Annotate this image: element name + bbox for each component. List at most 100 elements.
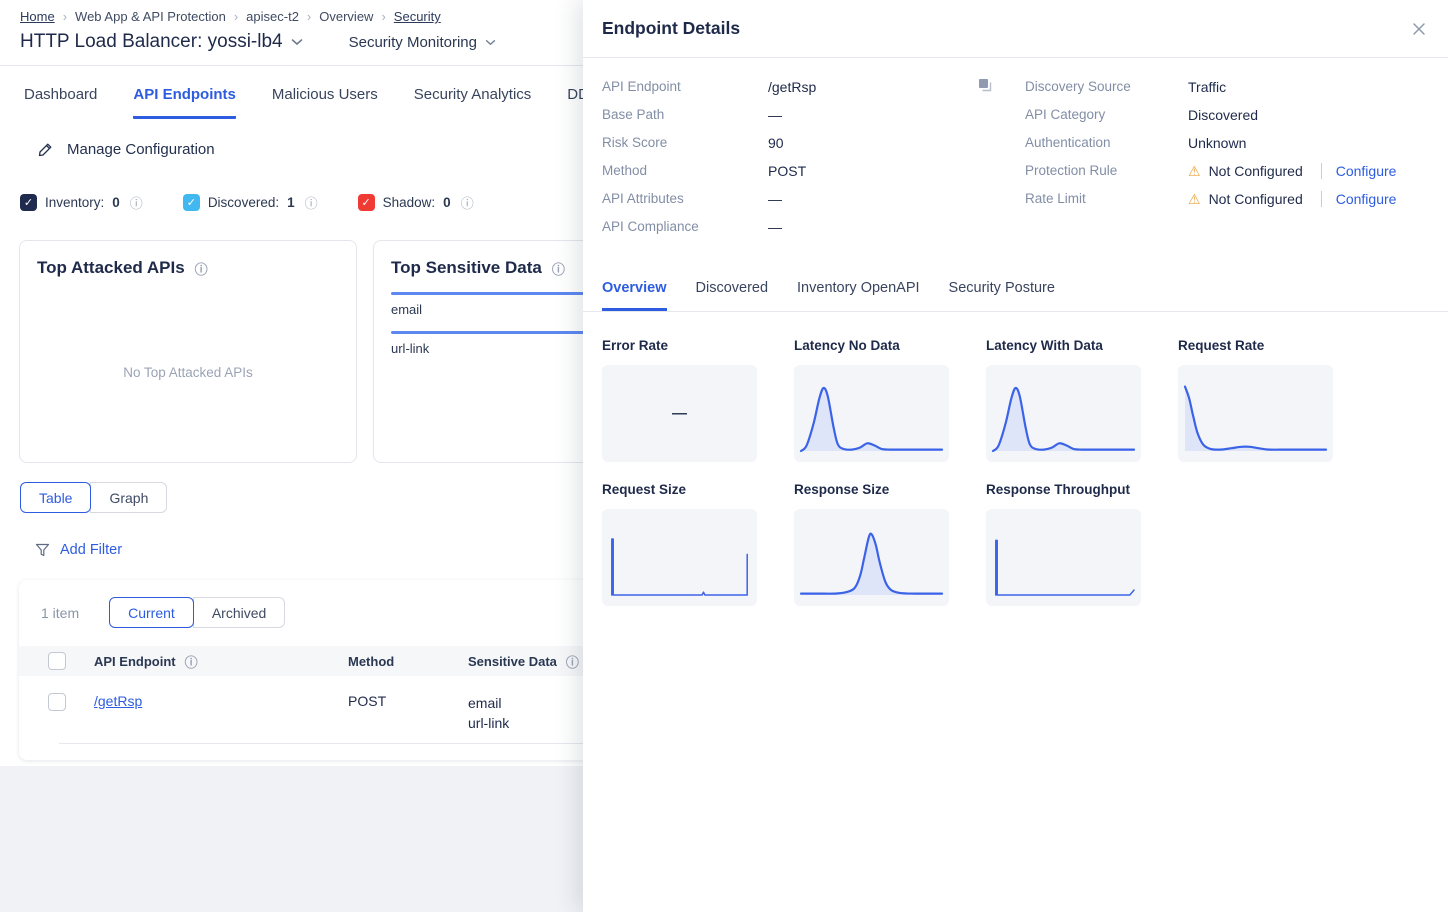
sparkline-chart: —	[602, 365, 757, 462]
archived-button[interactable]: Archived	[193, 597, 285, 628]
warning-icon: ⚠	[1188, 164, 1201, 178]
breadcrumb-waap[interactable]: Web App & API Protection	[75, 9, 226, 24]
tab-security-analytics[interactable]: Security Analytics	[414, 86, 532, 119]
shadow-checkbox[interactable]: ✓	[358, 194, 375, 211]
chart-response-size: Response Size	[794, 482, 986, 606]
detail-label: Rate Limit	[1025, 191, 1188, 206]
panel-header: Endpoint Details	[583, 0, 1448, 58]
divider	[1321, 163, 1322, 179]
configure-rate-limit-link[interactable]: Configure	[1336, 191, 1397, 207]
page-title: HTTP Load Balancer: yossi-lb4	[20, 31, 283, 53]
pencil-icon	[37, 141, 54, 158]
configure-protection-rule-link[interactable]: Configure	[1336, 163, 1397, 179]
filter-discovered-label: Discovered:	[208, 195, 279, 210]
info-icon[interactable]: ⓘ	[461, 193, 474, 212]
info-icon[interactable]: ⓘ	[130, 193, 143, 212]
detail-label: Protection Rule	[1025, 163, 1188, 178]
panel-tab-discovered[interactable]: Discovered	[696, 280, 769, 311]
current-button[interactable]: Current	[109, 597, 194, 628]
chart-request-size: Request Size	[602, 482, 794, 606]
breadcrumb-home[interactable]: Home	[20, 9, 55, 24]
info-icon[interactable]: ⓘ	[195, 259, 208, 278]
item-count: 1 item	[41, 605, 79, 621]
panel-tab-inventory-openapi[interactable]: Inventory OpenAPI	[797, 280, 920, 311]
chevron-down-icon[interactable]	[291, 38, 303, 46]
panel-tab-overview[interactable]: Overview	[602, 280, 667, 311]
detail-value-discovery-source: Traffic	[1188, 79, 1226, 95]
info-icon[interactable]: ⓘ	[552, 259, 565, 278]
breadcrumb-namespace[interactable]: apisec-t2	[246, 9, 299, 24]
sparkline-chart	[602, 509, 757, 606]
endpoint-details-panel: Endpoint Details API Endpoint /getRsp Ba…	[583, 0, 1448, 912]
panel-tab-security-posture[interactable]: Security Posture	[949, 280, 1055, 311]
chart-error-rate: Error Rate —	[602, 338, 794, 462]
info-icon[interactable]: ⓘ	[566, 652, 579, 671]
chart-latency-no-data: Latency No Data	[794, 338, 986, 462]
top-attacked-apis-card: Top Attacked APIs ⓘ No Top Attacked APIs	[19, 240, 357, 463]
no-data-dash: —	[672, 405, 687, 422]
sparkline-chart	[794, 509, 949, 606]
method-cell: POST	[348, 693, 386, 709]
detail-value-api-category: Discovered	[1188, 107, 1258, 123]
top-attacked-title: Top Attacked APIs	[37, 258, 185, 278]
info-icon[interactable]: ⓘ	[305, 193, 318, 212]
column-method[interactable]: Method	[348, 654, 394, 669]
filter-inventory-count: 0	[112, 195, 120, 210]
chart-request-rate: Request Rate	[1178, 338, 1370, 462]
filter-shadow-count: 0	[443, 195, 451, 210]
detail-label: Base Path	[602, 107, 768, 122]
metrics-charts: Error Rate — Latency No Data Latency Wit…	[583, 312, 1448, 606]
filter-shadow-label: Shadow:	[383, 195, 436, 210]
detail-label: API Compliance	[602, 219, 768, 234]
column-sensitive-data[interactable]: Sensitive Data	[468, 654, 557, 669]
column-api-endpoint[interactable]: API Endpoint	[94, 654, 176, 669]
add-filter-label: Add Filter	[60, 542, 122, 558]
copy-icon[interactable]	[977, 77, 993, 93]
select-all-checkbox[interactable]	[48, 652, 66, 670]
panel-tab-bar: Overview Discovered Inventory OpenAPI Se…	[583, 280, 1448, 312]
discovered-checkbox[interactable]: ✓	[183, 194, 200, 211]
breadcrumb-separator: ›	[63, 9, 67, 24]
archive-toggle: Current Archived	[109, 597, 285, 628]
endpoint-details-grid: API Endpoint /getRsp Base Path — Risk Sc…	[583, 58, 1448, 247]
divider	[1321, 191, 1322, 207]
filter-discovered: ✓ Discovered: 1 ⓘ	[183, 193, 318, 212]
sparkline-chart	[794, 365, 949, 462]
detail-value-api-compliance: —	[768, 219, 782, 235]
details-right-group: Discovery Source Traffic API Category Di…	[1025, 79, 1432, 247]
detail-label: Method	[602, 163, 768, 178]
warning-icon: ⚠	[1188, 192, 1201, 206]
tab-dashboard[interactable]: Dashboard	[24, 86, 97, 119]
top-attacked-empty-text: No Top Attacked APIs	[20, 365, 356, 380]
sparkline-chart	[986, 509, 1141, 606]
detail-value-api-attributes: —	[768, 191, 782, 207]
graph-view-button[interactable]: Graph	[90, 482, 167, 513]
detail-value-authentication: Unknown	[1188, 135, 1246, 151]
breadcrumb-separator: ›	[381, 9, 385, 24]
detail-label: Risk Score	[602, 135, 768, 150]
funnel-icon	[35, 543, 50, 558]
detail-label: Authentication	[1025, 135, 1188, 150]
detail-label: API Endpoint	[602, 79, 768, 94]
endpoint-link[interactable]: /getRsp	[94, 693, 142, 709]
details-left-group: API Endpoint /getRsp Base Path — Risk Sc…	[602, 79, 1025, 247]
detail-value-rate-limit: Not Configured	[1209, 191, 1303, 207]
info-icon[interactable]: ⓘ	[185, 652, 198, 671]
detail-label: Discovery Source	[1025, 79, 1188, 94]
breadcrumb-security[interactable]: Security	[394, 9, 441, 24]
detail-label: API Category	[1025, 107, 1188, 122]
table-view-button[interactable]: Table	[20, 482, 91, 513]
detail-value-protection-rule: Not Configured	[1209, 163, 1303, 179]
panel-title: Endpoint Details	[602, 18, 1408, 39]
row-checkbox[interactable]	[48, 693, 66, 711]
sparkline-chart	[1178, 365, 1333, 462]
close-icon[interactable]	[1408, 18, 1430, 40]
tab-api-endpoints[interactable]: API Endpoints	[133, 86, 236, 119]
inventory-checkbox[interactable]: ✓	[20, 194, 37, 211]
breadcrumb-overview[interactable]: Overview	[319, 9, 373, 24]
breadcrumb-separator: ›	[234, 9, 238, 24]
top-sensitive-title: Top Sensitive Data	[391, 258, 542, 278]
mode-selector[interactable]: Security Monitoring	[349, 34, 496, 51]
filter-inventory-label: Inventory:	[45, 195, 104, 210]
tab-malicious-users[interactable]: Malicious Users	[272, 86, 378, 119]
